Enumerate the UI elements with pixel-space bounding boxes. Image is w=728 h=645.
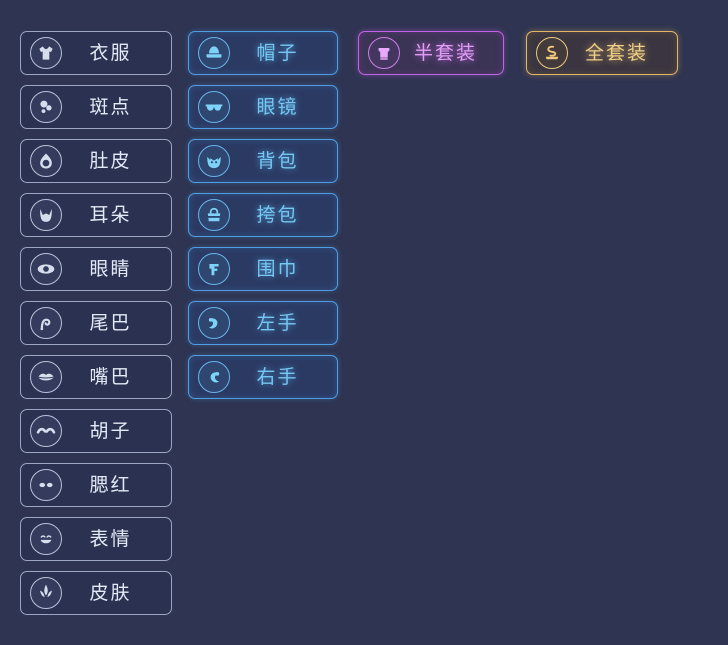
category-button-label: 围巾 [256, 257, 299, 280]
shirt-icon [30, 37, 62, 69]
category-button-expression[interactable]: 表情 [20, 517, 172, 561]
category-button-label: 耳朵 [89, 203, 132, 226]
half-set-icon [368, 37, 400, 69]
full-set-column: 全套装 [526, 31, 678, 85]
mouth-icon [30, 361, 62, 393]
category-button-label: 背包 [256, 149, 299, 172]
category-button-label: 胡子 [89, 419, 132, 442]
eye-icon [30, 253, 62, 285]
category-button-label: 肚皮 [89, 149, 132, 172]
tail-icon [30, 307, 62, 339]
category-button-label: 挎包 [256, 203, 299, 226]
full-set-icon [536, 37, 568, 69]
hat-icon [198, 37, 230, 69]
category-button-right-hand[interactable]: 右手 [188, 355, 338, 399]
category-button-skin[interactable]: 皮肤 [20, 571, 172, 615]
category-button-label: 表情 [89, 527, 132, 550]
glasses-icon [198, 91, 230, 123]
category-button-ears[interactable]: 耳朵 [20, 193, 172, 237]
belly-icon [30, 145, 62, 177]
category-button-glasses[interactable]: 眼镜 [188, 85, 338, 129]
category-button-label: 右手 [256, 365, 299, 388]
category-button-eye[interactable]: 眼睛 [20, 247, 172, 291]
category-button-label: 皮肤 [89, 581, 132, 604]
scarf-icon [198, 253, 230, 285]
category-button-full-set[interactable]: 全套装 [526, 31, 678, 75]
category-button-label: 衣服 [89, 41, 132, 64]
category-button-scarf[interactable]: 围巾 [188, 247, 338, 291]
category-button-backpack[interactable]: 背包 [188, 139, 338, 183]
category-button-label: 斑点 [89, 95, 132, 118]
category-button-label: 眼镜 [256, 95, 299, 118]
category-button-label: 尾巴 [89, 311, 132, 334]
right-hand-icon [198, 361, 230, 393]
category-button-whiskers[interactable]: 胡子 [20, 409, 172, 453]
spots-icon [30, 91, 62, 123]
category-button-handbag[interactable]: 挎包 [188, 193, 338, 237]
category-button-mouth[interactable]: 嘴巴 [20, 355, 172, 399]
category-button-label: 眼睛 [89, 257, 132, 280]
left-hand-icon [198, 307, 230, 339]
category-button-board: 衣服 斑点 肚皮 耳朵 眼睛 尾巴 嘴巴 胡子 腮红 表情 皮肤 帽子 眼镜 背包 挎包 围巾 左手 右手 半套装全… [0, 0, 728, 645]
category-button-shirt[interactable]: 衣服 [20, 31, 172, 75]
category-button-label: 半套装 [413, 41, 477, 64]
skin-icon [30, 577, 62, 609]
blush-icon [30, 469, 62, 501]
category-button-label: 左手 [256, 311, 299, 334]
ears-icon [30, 199, 62, 231]
category-button-label: 腮红 [89, 473, 132, 496]
category-button-belly[interactable]: 肚皮 [20, 139, 172, 183]
category-button-spots[interactable]: 斑点 [20, 85, 172, 129]
category-button-half-set[interactable]: 半套装 [358, 31, 504, 75]
expression-icon [30, 523, 62, 555]
category-button-label: 嘴巴 [89, 365, 132, 388]
category-button-label: 全套装 [584, 41, 648, 64]
backpack-icon [198, 145, 230, 177]
category-button-tail[interactable]: 尾巴 [20, 301, 172, 345]
category-button-left-hand[interactable]: 左手 [188, 301, 338, 345]
accessories-column: 帽子眼镜背包挎包围巾左手右手 [188, 31, 338, 409]
category-button-hat[interactable]: 帽子 [188, 31, 338, 75]
handbag-icon [198, 199, 230, 231]
half-set-column: 半套装 [358, 31, 504, 85]
category-button-label: 帽子 [256, 41, 299, 64]
body-parts-column: 衣服斑点肚皮耳朵眼睛尾巴嘴巴胡子腮红表情皮肤 [20, 31, 172, 625]
whiskers-icon [30, 415, 62, 447]
category-button-blush[interactable]: 腮红 [20, 463, 172, 507]
